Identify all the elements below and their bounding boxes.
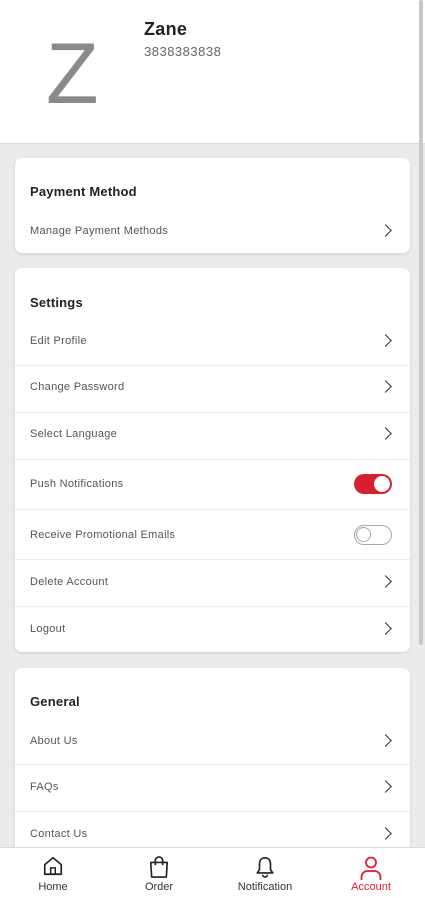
user-icon <box>360 856 382 880</box>
row-label: Change Password <box>30 381 125 393</box>
row-select-language[interactable]: Select Language <box>15 412 410 460</box>
row-label: FAQs <box>30 781 59 793</box>
tab-label: Account <box>351 881 391 893</box>
chevron-right-icon <box>379 427 392 440</box>
user-phone: 3838383838 <box>144 44 222 59</box>
general-title: General <box>30 694 80 709</box>
tab-order[interactable]: Order <box>106 848 212 901</box>
row-receive-promotional-emails: Receive Promotional Emails <box>15 509 410 560</box>
chevron-right-icon <box>379 380 392 393</box>
tab-home[interactable]: Home <box>0 848 106 901</box>
tab-label: Home <box>38 881 68 893</box>
row-label: Contact Us <box>30 828 88 840</box>
row-label: Select Language <box>30 428 118 440</box>
tab-label: Order <box>144 881 174 893</box>
row-label: Push Notifications <box>30 478 124 490</box>
row-label: Edit Profile <box>30 335 87 347</box>
row-label: Receive Promotional Emails <box>30 529 176 541</box>
bottom-tab-bar: Home Order Notification Account <box>0 847 425 901</box>
chevron-right-icon <box>379 827 392 840</box>
toggle-knob <box>374 476 390 492</box>
home-icon <box>43 856 63 876</box>
row-label: Manage Payment Methods <box>30 225 169 237</box>
avatar: Z <box>46 26 99 122</box>
row-change-password[interactable]: Change Password <box>15 365 410 413</box>
chevron-right-icon <box>379 734 392 747</box>
bell-icon <box>256 857 274 878</box>
row-logout[interactable]: Logout <box>15 606 410 652</box>
row-edit-profile[interactable]: Edit Profile <box>15 319 410 366</box>
profile-header: Z Zane 3838383838 <box>0 0 425 144</box>
row-faqs[interactable]: FAQs <box>15 764 410 812</box>
user-name: Zane <box>144 19 188 39</box>
chevron-right-icon <box>379 575 392 588</box>
toggle-knob <box>356 527 371 542</box>
general-card: General About Us FAQs Contact Us <box>15 668 410 868</box>
tab-label: Notification <box>237 881 293 893</box>
row-about-us[interactable]: About Us <box>15 718 410 765</box>
settings-card: Settings Edit Profile Change Password Se… <box>15 268 410 652</box>
chevron-right-icon <box>379 622 392 635</box>
tab-account[interactable]: Account <box>318 848 424 901</box>
chevron-right-icon <box>379 334 392 347</box>
payment-method-title: Payment Method <box>30 184 137 199</box>
push-notifications-toggle[interactable] <box>354 474 392 494</box>
row-label: About Us <box>30 735 78 747</box>
payment-method-card: Payment Method Manage Payment Methods <box>15 158 410 253</box>
settings-title: Settings <box>30 295 83 310</box>
row-label: Delete Account <box>30 576 109 588</box>
promotional-emails-toggle[interactable] <box>354 525 392 545</box>
row-delete-account[interactable]: Delete Account <box>15 559 410 607</box>
chevron-right-icon <box>379 780 392 793</box>
row-manage-payment-methods[interactable]: Manage Payment Methods <box>15 210 410 253</box>
scrollbar[interactable] <box>419 0 423 645</box>
row-label: Logout <box>30 623 66 635</box>
tab-notification[interactable]: Notification <box>212 848 318 901</box>
chevron-right-icon <box>379 224 392 237</box>
row-push-notifications: Push Notifications <box>15 459 410 510</box>
shopping-bag-icon <box>149 856 169 878</box>
